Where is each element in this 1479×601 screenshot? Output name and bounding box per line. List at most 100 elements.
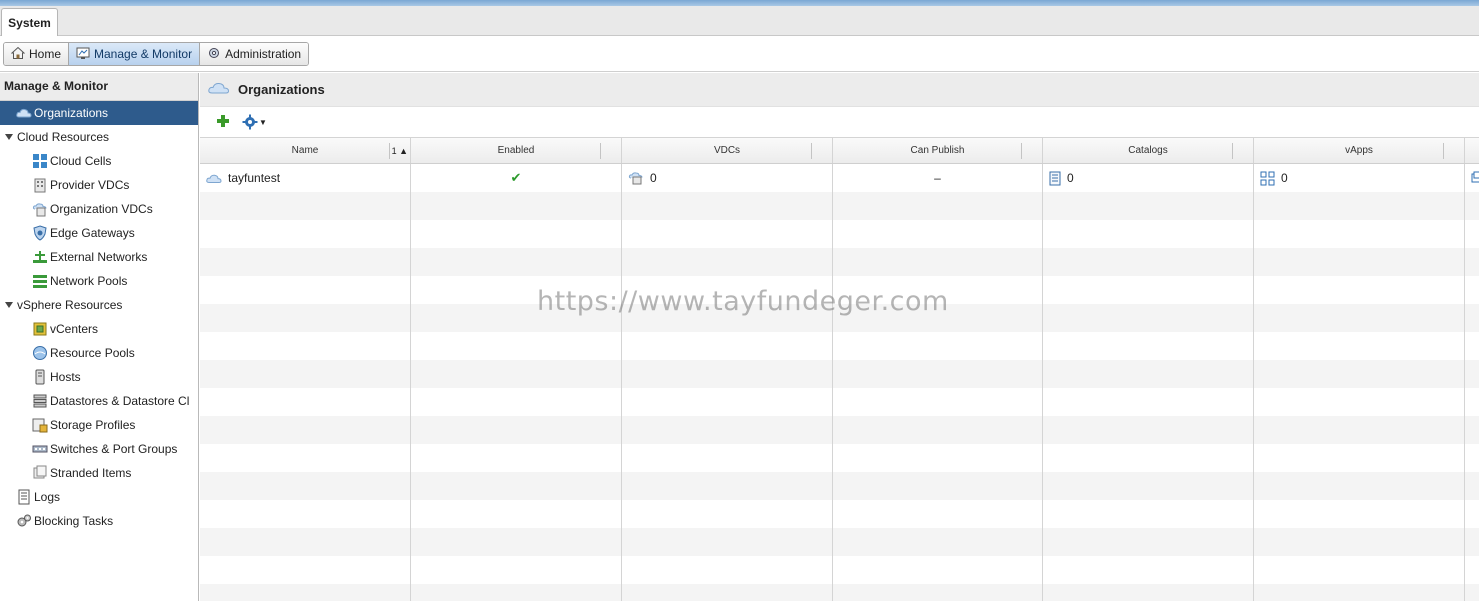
- switch-icon: [32, 441, 48, 457]
- manage-monitor-button[interactable]: Manage & Monitor: [69, 43, 201, 65]
- home-icon: [10, 46, 26, 63]
- manage-monitor-label: Manage & Monitor: [94, 47, 193, 61]
- organizations-grid: Name 1 ▲ Enabled VDCs Can Publish Catalo…: [200, 137, 1479, 601]
- administration-button[interactable]: Administration: [200, 43, 309, 65]
- table-row-empty: [200, 248, 1479, 276]
- org-vdc-icon: [628, 171, 644, 185]
- cell-overflow: [1465, 164, 1479, 192]
- sidebar-item-resource-pools[interactable]: Resource Pools: [0, 341, 198, 365]
- building-icon: [32, 177, 48, 193]
- table-row-empty: [200, 472, 1479, 500]
- column-separator: [1443, 143, 1444, 159]
- tab-strip: System: [0, 6, 1479, 37]
- column-separator: [389, 143, 390, 159]
- table-row-empty: [200, 444, 1479, 472]
- vapp-icon: [1260, 171, 1275, 186]
- grid-body: tayfuntest ✔ 0 – 0 0: [200, 164, 1479, 601]
- sidebar-item-organizations[interactable]: Organizations: [0, 101, 198, 125]
- sidebar-item-label: vCenters: [50, 322, 99, 336]
- column-header-enabled[interactable]: Enabled: [411, 138, 622, 163]
- cell-enabled: ✔: [411, 164, 622, 192]
- column-separator: [1021, 143, 1022, 159]
- column-separator: [600, 143, 601, 159]
- sidebar-item-external-networks[interactable]: External Networks: [0, 245, 198, 269]
- table-row-empty: [200, 220, 1479, 248]
- sidebar-item-label: Organizations: [34, 106, 109, 120]
- column-header-catalogs[interactable]: Catalogs: [1043, 138, 1254, 163]
- column-separator: [811, 143, 812, 159]
- table-row[interactable]: tayfuntest ✔ 0 – 0 0: [200, 164, 1479, 192]
- sidebar-item-label: Organization VDCs: [50, 202, 153, 216]
- sidebar-item-label: Provider VDCs: [50, 178, 130, 192]
- grid-actions: ▼: [200, 107, 1479, 137]
- host-icon: [32, 369, 48, 385]
- overflow-icon: [1471, 171, 1479, 186]
- column-header-vdcs[interactable]: VDCs: [622, 138, 833, 163]
- sidebar-item-datastores[interactable]: Datastores & Datastore Cl: [0, 389, 198, 413]
- column-header-name[interactable]: Name 1 ▲: [200, 138, 411, 163]
- org-vdc-icon: [32, 201, 48, 217]
- home-button[interactable]: Home: [4, 43, 70, 65]
- network-pool-icon: [32, 273, 48, 289]
- datastore-icon: [32, 393, 48, 409]
- monitor-icon: [76, 46, 90, 63]
- column-header-vapps[interactable]: vApps: [1254, 138, 1465, 163]
- sidebar-item-network-pools[interactable]: Network Pools: [0, 269, 198, 293]
- cell-vdcs[interactable]: 0: [622, 164, 833, 192]
- cell-vapps[interactable]: 0: [1254, 164, 1465, 192]
- column-header-can-publish[interactable]: Can Publish: [833, 138, 1043, 163]
- sidebar-item-blocking-tasks[interactable]: Blocking Tasks: [0, 509, 198, 533]
- sidebar-item-label: Storage Profiles: [50, 418, 136, 432]
- admin-gear-icon: [207, 46, 221, 63]
- table-row-empty: [200, 388, 1479, 416]
- sidebar-item-label: Resource Pools: [50, 346, 135, 360]
- sidebar-item-cloud-cells[interactable]: Cloud Cells: [0, 149, 198, 173]
- cell-catalogs[interactable]: 0: [1043, 164, 1254, 192]
- sidebar-group-vsphere-resources[interactable]: vSphere Resources: [0, 293, 198, 317]
- vcenter-icon: [32, 321, 48, 337]
- table-row-empty: [200, 332, 1479, 360]
- tab-system[interactable]: System: [1, 8, 58, 37]
- sidebar-item-switches-port-groups[interactable]: Switches & Port Groups: [0, 437, 198, 461]
- main-toolbar: Home Manage & Monitor Administration: [0, 36, 1479, 72]
- table-row-empty: [200, 556, 1479, 584]
- sidebar-item-label: Stranded Items: [50, 466, 132, 480]
- actions-menu-button[interactable]: ▼: [242, 114, 267, 130]
- plus-icon: [217, 115, 229, 127]
- cell-name[interactable]: tayfuntest: [200, 164, 411, 192]
- sidebar-item-stranded-items[interactable]: Stranded Items: [0, 461, 198, 485]
- sort-indicator[interactable]: 1 ▲: [392, 138, 408, 164]
- stranded-items-icon: [32, 465, 48, 481]
- main-header: Organizations: [200, 73, 1479, 107]
- sidebar-item-label: Datastores & Datastore Cl: [50, 394, 190, 408]
- chevron-down-icon: ▼: [259, 117, 267, 127]
- sidebar-item-organization-vdcs[interactable]: Organization VDCs: [0, 197, 198, 221]
- sidebar-item-logs[interactable]: Logs: [0, 485, 198, 509]
- sidebar-group-cloud-resources[interactable]: Cloud Resources: [0, 125, 198, 149]
- main-panel: Organizations ▼ Name 1 ▲ Enabled VDCs Ca…: [200, 73, 1479, 601]
- shield-icon: [32, 225, 48, 241]
- checkmark-icon: ✔: [510, 170, 522, 185]
- logs-icon: [16, 489, 32, 505]
- add-organization-button[interactable]: [216, 114, 230, 130]
- sidebar: Manage & Monitor Organizations Cloud Res…: [0, 73, 199, 601]
- expand-triangle-icon[interactable]: [5, 134, 13, 140]
- sidebar-item-storage-profiles[interactable]: Storage Profiles: [0, 413, 198, 437]
- column-separator: [1232, 143, 1233, 159]
- table-row-empty: [200, 528, 1479, 556]
- sidebar-item-hosts[interactable]: Hosts: [0, 365, 198, 389]
- sidebar-item-label: Blocking Tasks: [34, 514, 114, 528]
- table-row-empty: [200, 276, 1479, 304]
- sidebar-title: Manage & Monitor: [0, 73, 198, 101]
- catalog-icon: [1049, 171, 1061, 186]
- table-row-empty: [200, 584, 1479, 601]
- nav-button-group: Home Manage & Monitor Administration: [3, 42, 310, 66]
- sidebar-item-provider-vdcs[interactable]: Provider VDCs: [0, 173, 198, 197]
- cloud-icon: [16, 105, 32, 121]
- gear-icon: [242, 114, 258, 130]
- sidebar-item-edge-gateways[interactable]: Edge Gateways: [0, 221, 198, 245]
- expand-triangle-icon[interactable]: [5, 302, 13, 308]
- table-row-empty: [200, 304, 1479, 332]
- sidebar-item-label: External Networks: [50, 250, 148, 264]
- sidebar-item-vcenters[interactable]: vCenters: [0, 317, 198, 341]
